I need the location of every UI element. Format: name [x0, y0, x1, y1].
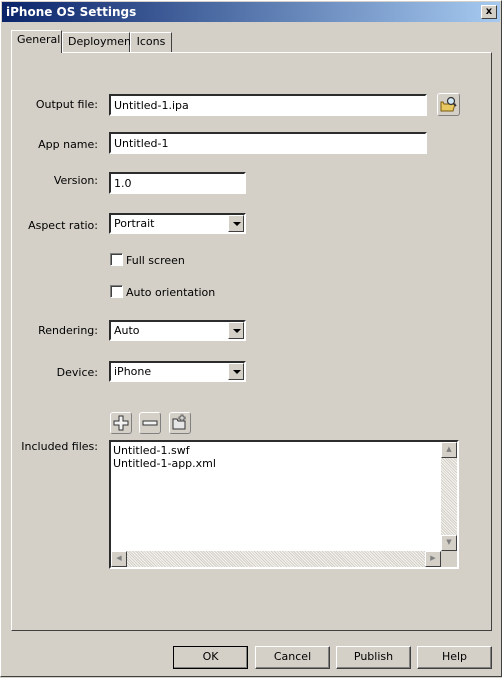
folder-search-icon [440, 96, 457, 112]
rendering-label: Rendering: [38, 324, 98, 337]
device-label: Device: [56, 366, 98, 379]
publish-button[interactable]: Publish [336, 646, 411, 669]
vertical-scrollbar[interactable]: ▲ ▼ [441, 442, 457, 551]
auto-orientation-checkbox[interactable] [110, 285, 123, 298]
scroll-down-button[interactable]: ▼ [441, 535, 457, 551]
list-item[interactable]: Untitled-1-app.xml [113, 457, 216, 470]
app-name-input[interactable]: Untitled-1 [109, 132, 427, 154]
output-file-label: Output file: [35, 98, 98, 111]
chevron-down-icon[interactable] [228, 215, 244, 232]
minus-icon [142, 420, 158, 426]
scroll-left-button[interactable]: ◀ [111, 551, 127, 567]
full-screen-label[interactable]: Full screen [126, 254, 185, 267]
settings-dialog: iPhone OS Settings x General Deployment … [0, 0, 502, 677]
device-value: iPhone [114, 365, 152, 378]
aspect-ratio-label: Aspect ratio: [28, 219, 98, 232]
cancel-button[interactable]: Cancel [255, 646, 330, 669]
aspect-ratio-value: Portrait [114, 217, 155, 230]
included-files-label: Included files: [21, 440, 98, 453]
browse-output-button[interactable] [437, 93, 460, 116]
version-label: Version: [53, 174, 98, 187]
scroll-right-button[interactable]: ▶ [425, 551, 441, 567]
ok-button[interactable]: OK [173, 646, 248, 669]
scroll-up-button[interactable]: ▲ [441, 442, 457, 458]
app-name-label: App name: [38, 138, 98, 151]
rendering-value: Auto [114, 324, 140, 337]
scrollbar-corner [441, 551, 457, 567]
horizontal-scrollbar[interactable]: ◀ ▶ [111, 551, 441, 567]
full-screen-checkbox[interactable] [110, 253, 123, 266]
rendering-select[interactable]: Auto [109, 320, 246, 341]
output-file-input[interactable]: Untitled-1.ipa [109, 94, 427, 116]
chevron-down-icon[interactable] [228, 363, 244, 380]
list-item[interactable]: Untitled-1.swf [113, 444, 190, 457]
remove-file-button[interactable] [139, 412, 161, 434]
add-folder-button[interactable] [169, 412, 191, 434]
plus-icon [113, 415, 129, 431]
device-select[interactable]: iPhone [109, 361, 246, 382]
auto-orientation-label[interactable]: Auto orientation [126, 286, 215, 299]
chevron-down-icon[interactable] [228, 322, 244, 339]
included-files-list[interactable]: Untitled-1.swf Untitled-1-app.xml ▲ ▼ ◀ … [109, 440, 459, 569]
help-button[interactable]: Help [417, 646, 492, 669]
add-folder-icon [172, 414, 186, 430]
add-file-button[interactable] [110, 412, 132, 434]
version-input[interactable]: 1.0 [109, 172, 246, 194]
form-layer: Output file: Untitled-1.ipa App name: Un… [1, 1, 502, 678]
aspect-ratio-select[interactable]: Portrait [109, 213, 246, 234]
